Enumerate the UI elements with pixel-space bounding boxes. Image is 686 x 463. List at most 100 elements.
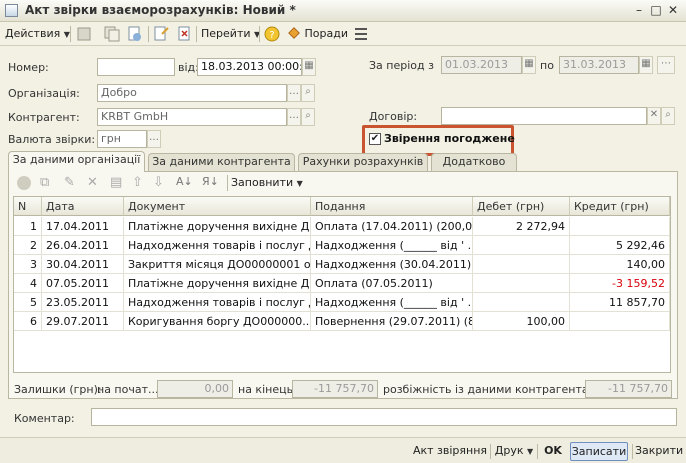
contractor-label: Контрагент: [8,111,80,124]
balance-start-label: на почат... [97,383,159,396]
add-row-icon[interactable] [17,176,31,190]
title-bar: Акт звірки взаєморозрахунків: Новий * – … [0,0,686,22]
list-icon[interactable] [353,26,369,42]
cell-date: 30.04.2011 [42,255,124,274]
save-button[interactable]: Записати [570,442,628,461]
tips-button[interactable]: Поради [287,25,348,43]
currency-input[interactable]: грн [97,130,147,148]
cell-n: 2 [14,236,42,255]
column-header-date[interactable]: Дата [42,197,124,216]
calendar-icon[interactable]: ▦ [522,56,536,74]
ellipsis-icon[interactable]: … [287,108,301,126]
reconciliation-table[interactable]: N Дата Документ Подання Дебет (грн) Кред… [13,196,671,373]
number-label: Номер: [8,61,49,74]
copy-row-icon[interactable]: ⧉ [40,175,49,190]
number-input[interactable] [97,58,175,76]
cell-date: 07.05.2011 [42,274,124,293]
unpost-document-icon[interactable] [177,26,193,42]
calendar-icon[interactable]: ▦ [302,58,316,76]
table-row[interactable]: 2 26.04.2011 Надходження товарів і послуг … [14,236,670,255]
tab-contractor[interactable]: За даними контрагента [148,153,295,171]
sort-asc-icon[interactable]: A↓ [176,175,193,188]
column-header-presentation[interactable]: Подання [311,197,473,216]
search-icon[interactable]: ⌕ [661,107,675,125]
table-toolbar: ⧉ ✎ ✕ ▤ ⇧ ⇩ A↓ Я↓ Заповнити ▼ [14,175,314,193]
column-header-document[interactable]: Документ [124,197,311,216]
ok-button[interactable]: OK [540,442,566,461]
tips-icon [288,27,300,39]
edit-row-icon[interactable]: ✎ [64,175,75,190]
search-icon[interactable]: ⌕ [301,84,315,102]
separator [70,26,71,42]
delete-row-icon[interactable]: ✕ [87,175,98,190]
cell-debit [473,236,570,255]
print-label: Друк [494,444,524,457]
period-from-input[interactable]: 01.03.2013 [441,56,522,74]
tab-additional[interactable]: Додатково [431,153,517,171]
organization-input[interactable]: Добро [97,84,287,102]
calendar-icon[interactable]: ▦ [639,56,653,74]
separator [259,26,260,42]
separator [148,26,149,42]
cell-credit: -3 159,52 [570,274,670,293]
column-header-debit[interactable]: Дебет (грн) [473,197,570,216]
cell-credit: 5 292,46 [570,236,670,255]
close-button[interactable]: Закрити [635,442,683,461]
cell-n: 1 [14,217,42,236]
fill-menu[interactable]: Заповнити ▼ [231,176,303,189]
help-icon[interactable]: ? [264,26,280,42]
column-header-credit[interactable]: Кредит (грн) [570,197,670,216]
minimize-icon[interactable]: – [631,3,647,18]
move-up-icon[interactable]: ⇧ [132,175,143,190]
tab-organization[interactable]: За даними організації [8,151,145,172]
move-down-icon[interactable]: ⇩ [153,175,164,190]
cell-document: Надходження товарів і послуг Д... [124,293,311,312]
diff-value: -11 757,70 [585,380,672,398]
separator [196,26,197,42]
contract-label: Договір: [369,110,418,123]
toolbar: Действия ▼ Перейти ▼ ? Поради [0,22,686,46]
goto-menu[interactable]: Перейти ▼ [201,25,260,43]
actions-menu[interactable]: Действия ▼ [5,25,70,43]
table-row[interactable]: 5 23.05.2011 Надходження товарів і послуг … [14,293,670,312]
column-header-n[interactable]: N [14,197,42,216]
act-button[interactable]: Акт звіряння [412,442,488,461]
table-row[interactable]: 3 30.04.2011 Закриття місяця ДО00000001 о.… [14,255,670,274]
sort-desc-icon[interactable]: Я↓ [202,175,219,188]
agreed-checkbox[interactable]: ✔ [369,133,381,145]
cell-n: 4 [14,274,42,293]
fill-label: Заповнити [231,176,294,189]
table-row[interactable]: 4 07.05.2011 Платіжне доручення вихідне ДО… [14,274,670,293]
date-input[interactable]: 18.03.2013 00:00:00 [197,58,302,76]
ellipsis-icon[interactable]: … [147,130,161,148]
tab-accounts[interactable]: Рахунки розрахунків [298,153,428,171]
table-row[interactable]: 1 17.04.2011 Платіжне доручення вихідне ДО… [14,217,670,236]
copy-icon[interactable] [104,26,120,42]
balances-label: Залишки (грн): [14,383,102,396]
refresh-document-icon[interactable] [127,26,143,42]
period-to-input[interactable]: 31.03.2013 [559,56,639,74]
add-icon[interactable] [76,26,92,42]
print-menu[interactable]: Друк ▼ [494,442,534,461]
contractor-input[interactable]: KRBT GmbH [97,108,287,126]
maximize-icon[interactable]: □ [648,3,664,18]
period-settings-icon[interactable]: ⋯ [657,56,675,74]
post-document-icon[interactable] [153,26,169,42]
close-icon[interactable]: ✕ [665,3,681,18]
contract-input[interactable] [441,107,647,125]
cell-debit [473,274,570,293]
comment-input[interactable] [91,408,677,426]
cell-presentation: Повернення (29.07.2011) (8,... [311,312,473,331]
clear-icon[interactable]: ✕ [647,107,661,125]
table-row[interactable]: 6 29.07.2011 Коригування боргу ДО000000...… [14,312,670,331]
cell-document: Закриття місяця ДО00000001 о... [124,255,311,274]
search-icon[interactable]: ⌕ [301,108,315,126]
cell-presentation: Оплата (07.05.2011) [311,274,473,293]
chevron-down-icon: ▼ [296,179,303,188]
window-title: Акт звірки взаєморозрахунків: Новий * [25,3,296,17]
ellipsis-icon[interactable]: … [287,84,301,102]
cell-presentation: Надходження (30.04.2011) [311,255,473,274]
end-edit-icon[interactable]: ▤ [110,175,122,190]
actions-label: Действия [5,27,61,40]
period-label: За період з [369,59,434,72]
